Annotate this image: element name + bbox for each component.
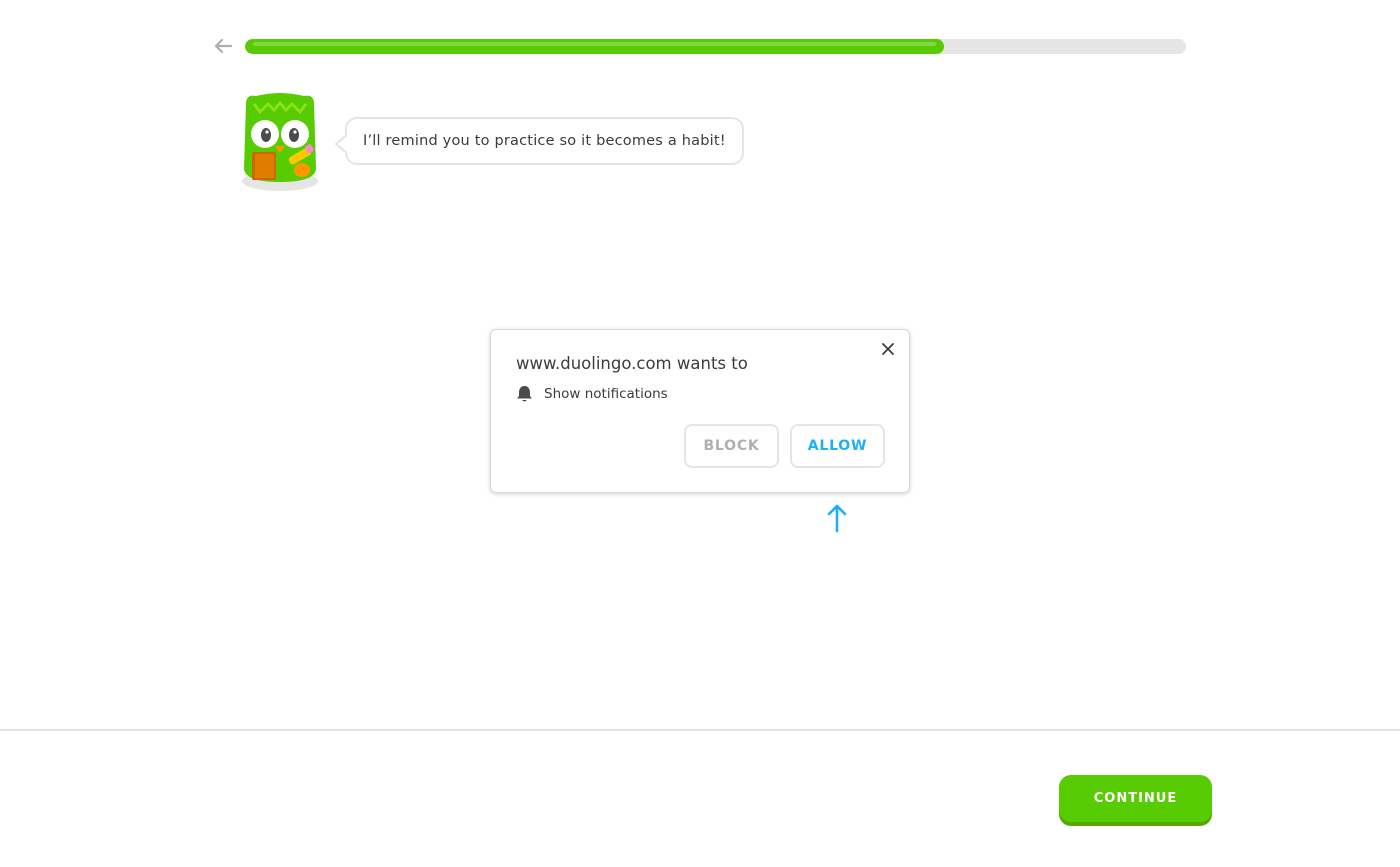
back-button[interactable] bbox=[210, 33, 236, 59]
close-icon bbox=[882, 343, 894, 355]
permission-label: Show notifications bbox=[544, 386, 668, 402]
arrow-up-icon bbox=[827, 504, 847, 533]
page: I’ll remind you to practice so it become… bbox=[0, 0, 1400, 867]
block-button[interactable]: BLOCK bbox=[684, 424, 779, 468]
continue-button[interactable]: CONTINUE bbox=[1059, 775, 1212, 822]
speech-bubble-tail bbox=[335, 134, 347, 154]
permission-row: Show notifications bbox=[516, 385, 668, 403]
progress-bar bbox=[245, 39, 1186, 54]
notification-permission-dialog: www.duolingo.com wants to Show notificat… bbox=[490, 329, 910, 493]
dialog-close-button[interactable] bbox=[879, 340, 897, 358]
speech-text: I’ll remind you to practice so it become… bbox=[363, 133, 726, 149]
arrow-left-icon bbox=[214, 38, 232, 54]
dialog-title: www.duolingo.com wants to bbox=[516, 354, 748, 373]
owl-mascot-image bbox=[242, 93, 318, 191]
progress-fill bbox=[245, 39, 945, 54]
bell-icon bbox=[517, 386, 532, 402]
speech-bubble: I’ll remind you to practice so it become… bbox=[335, 117, 744, 165]
footer-divider bbox=[0, 729, 1400, 731]
allow-button[interactable]: ALLOW bbox=[790, 424, 885, 468]
